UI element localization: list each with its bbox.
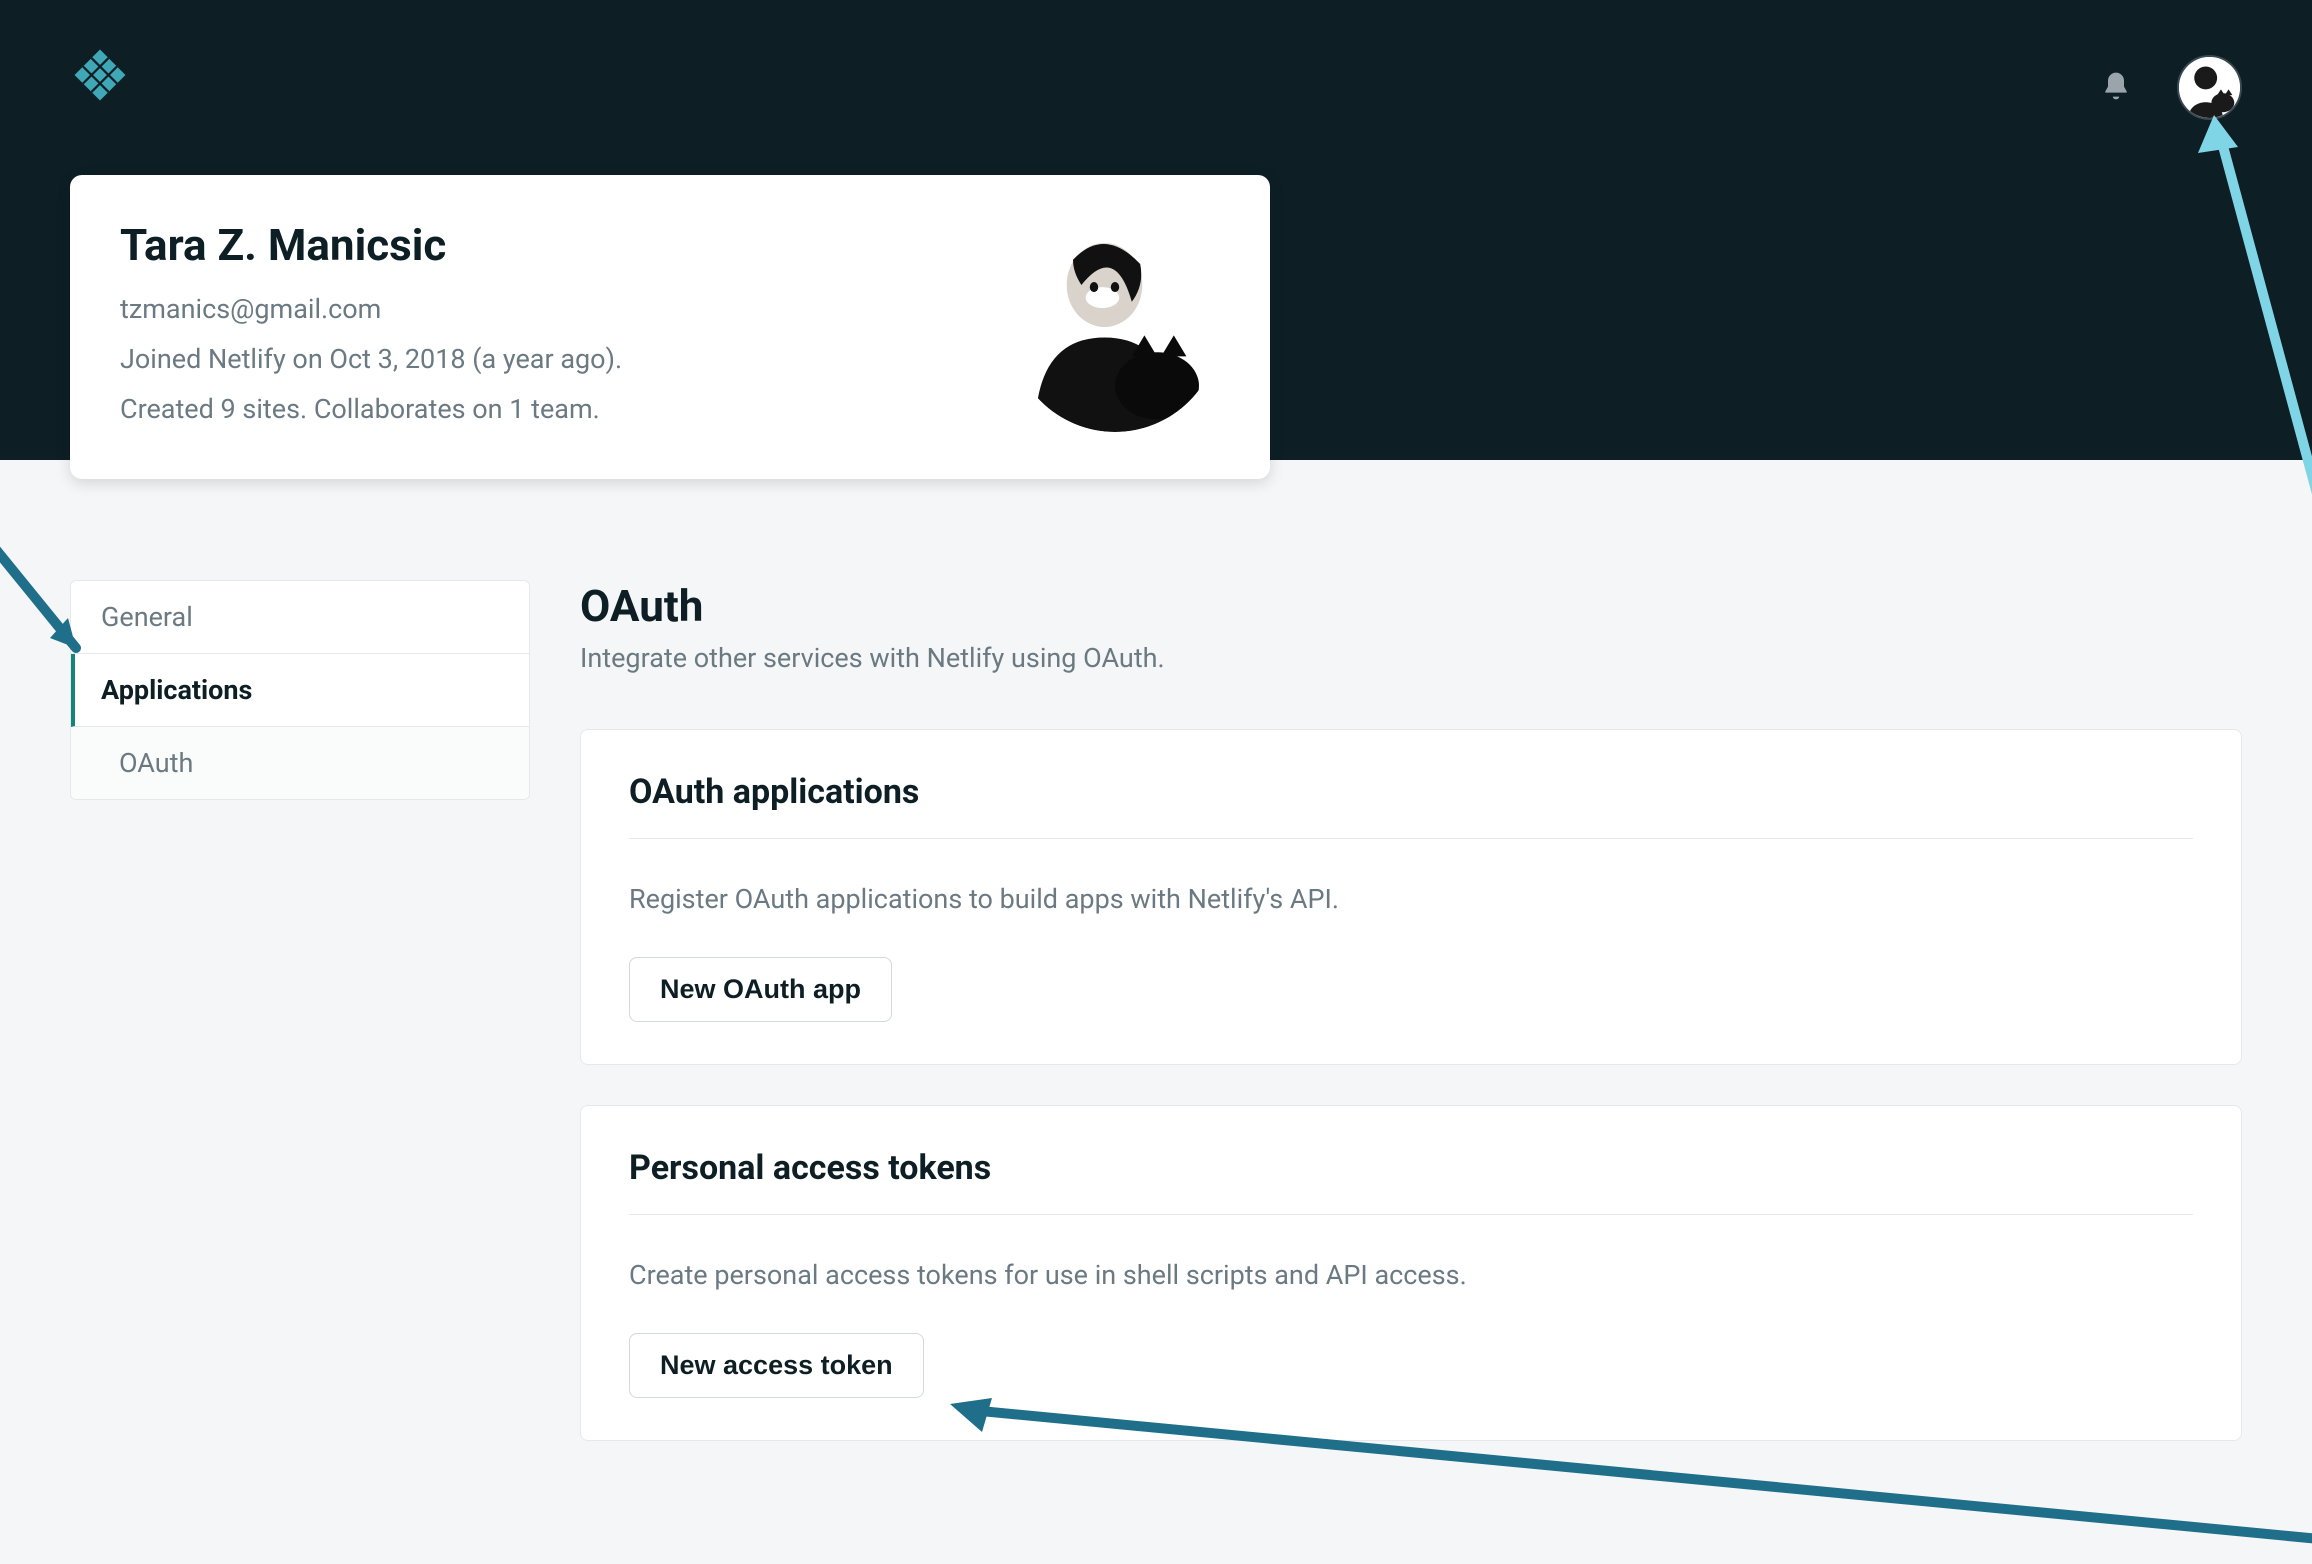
oauth-apps-description: Register OAuth applications to build app… bbox=[629, 883, 2193, 915]
oauth-apps-panel: OAuth applications Register OAuth applic… bbox=[580, 729, 2242, 1065]
profile-info: Tara Z. Manicsic tzmanics@gmail.com Join… bbox=[120, 219, 622, 435]
page-title: OAuth bbox=[580, 580, 2242, 632]
sidebar-subitem-label: OAuth bbox=[119, 747, 193, 779]
topbar: Tara Z. Manicsic tzmanics@gmail.com Join… bbox=[0, 0, 2312, 460]
profile-picture bbox=[1010, 222, 1220, 432]
tokens-panel: Personal access tokens Create personal a… bbox=[580, 1105, 2242, 1441]
sidebar-item-general[interactable]: General bbox=[71, 581, 529, 654]
page-subtitle: Integrate other services with Netlify us… bbox=[580, 642, 2242, 674]
sidebar-subitem-oauth[interactable]: OAuth bbox=[71, 727, 529, 799]
netlify-logo[interactable] bbox=[70, 40, 130, 109]
profile-stats: Created 9 sites. Collaborates on 1 team. bbox=[120, 385, 622, 435]
sidebar-item-applications[interactable]: Applications bbox=[71, 654, 529, 727]
tokens-description: Create personal access tokens for use in… bbox=[629, 1259, 2193, 1291]
main-content: OAuth Integrate other services with Netl… bbox=[580, 580, 2242, 1481]
profile-joined: Joined Netlify on Oct 3, 2018 (a year ag… bbox=[120, 335, 622, 385]
oauth-apps-heading: OAuth applications bbox=[629, 772, 2193, 839]
profile-email: tzmanics@gmail.com bbox=[120, 285, 622, 335]
new-oauth-app-button[interactable]: New OAuth app bbox=[629, 957, 892, 1022]
content-area: General Applications OAuth OAuth Integra… bbox=[0, 460, 2312, 1481]
sidebar-item-label: Applications bbox=[101, 674, 252, 706]
notifications-icon[interactable] bbox=[2100, 70, 2132, 106]
profile-card: Tara Z. Manicsic tzmanics@gmail.com Join… bbox=[70, 175, 1270, 479]
user-avatar[interactable] bbox=[2177, 55, 2242, 120]
settings-sidebar: General Applications OAuth bbox=[70, 580, 530, 800]
profile-name: Tara Z. Manicsic bbox=[120, 219, 622, 271]
topbar-right bbox=[2100, 55, 2242, 120]
sidebar-item-label: General bbox=[101, 601, 193, 633]
tokens-heading: Personal access tokens bbox=[629, 1148, 2193, 1215]
new-access-token-button[interactable]: New access token bbox=[629, 1333, 924, 1398]
